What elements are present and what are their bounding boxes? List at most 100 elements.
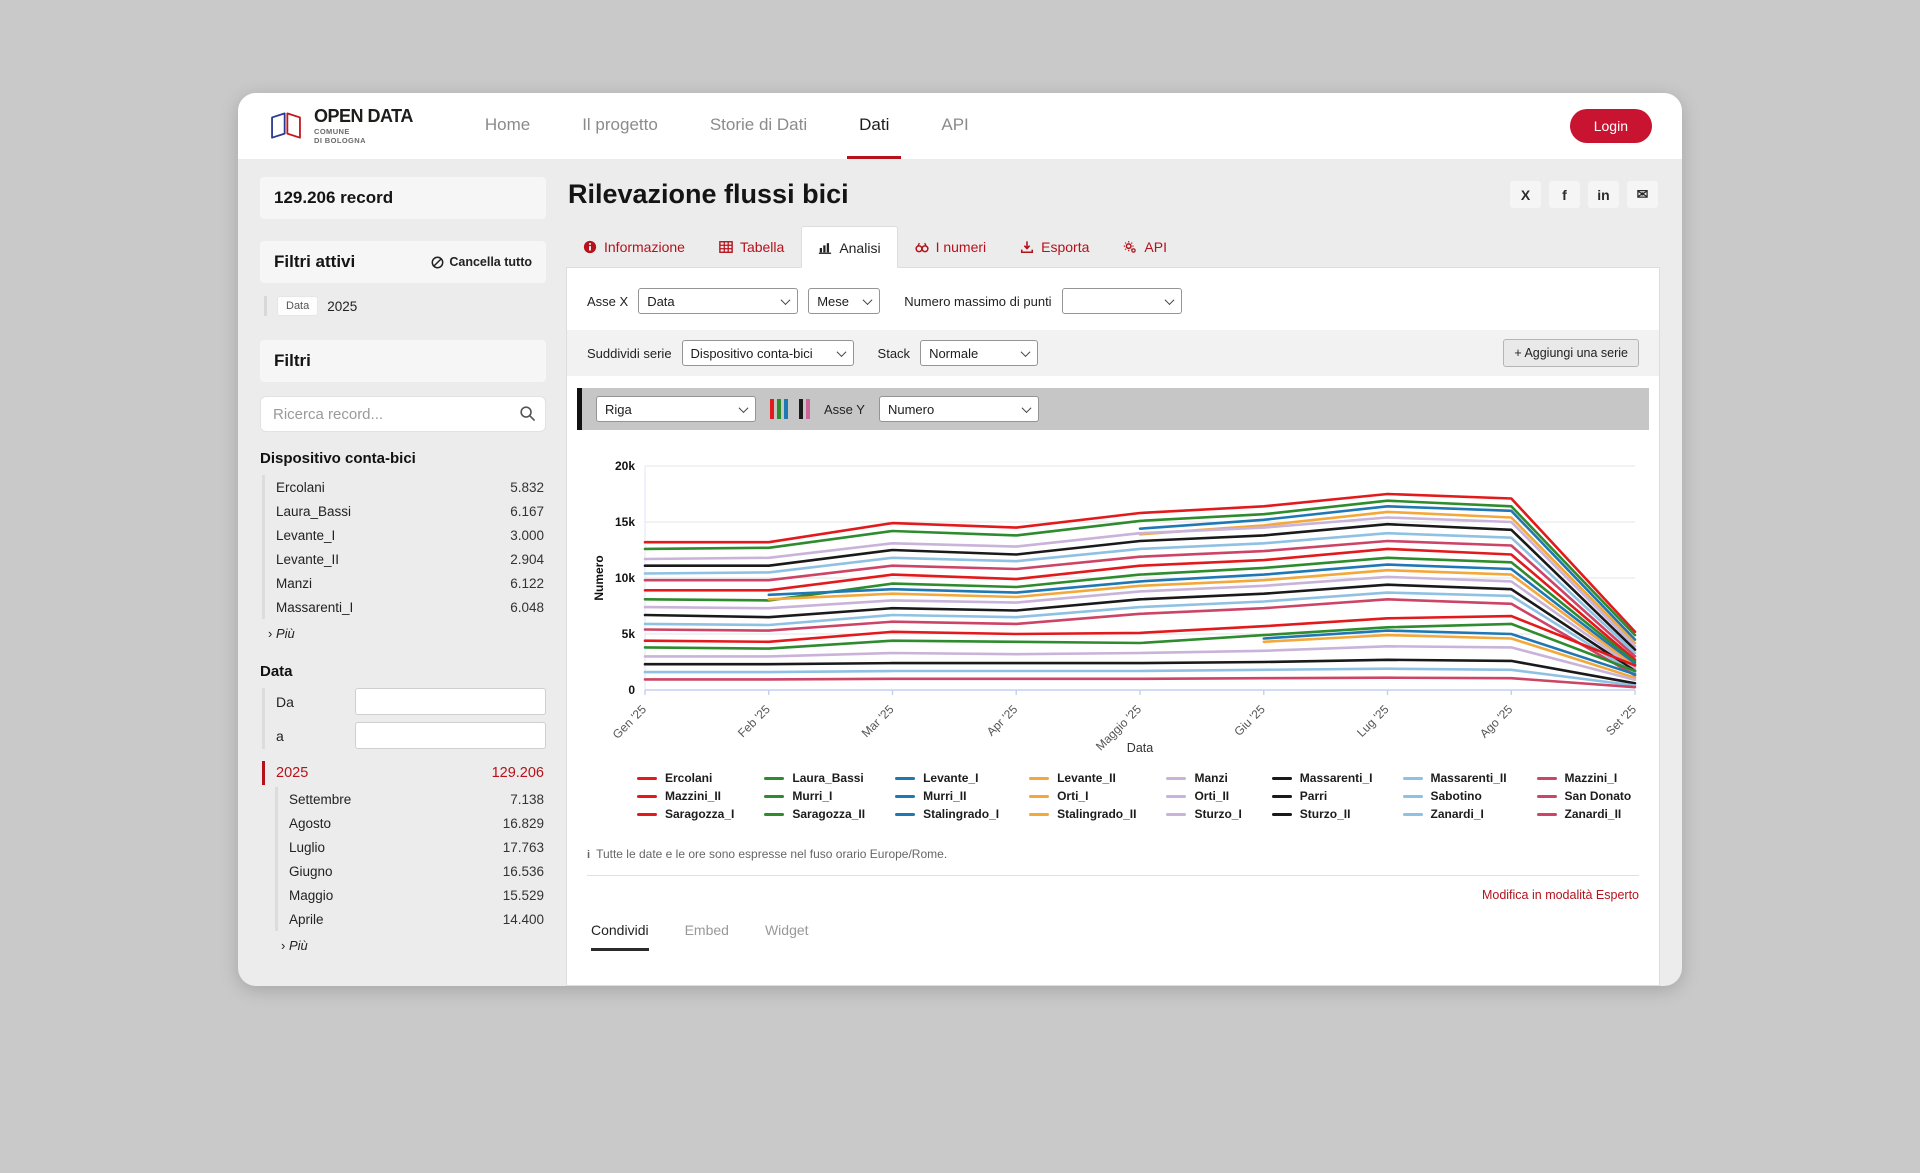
series-config-band: Riga Asse Y Numero: [577, 388, 1649, 430]
months-more-link[interactable]: › Più: [273, 935, 546, 963]
device-facet-row[interactable]: Laura_Bassi6.167: [265, 499, 546, 523]
month-facet-row[interactable]: Luglio 17.763: [278, 835, 546, 859]
facet-count: 5.832: [510, 480, 544, 495]
legend-color-dash: [1166, 777, 1186, 780]
tab-informazione[interactable]: Informazione: [566, 226, 702, 267]
site-logo[interactable]: OPEN DATA COMUNE DI BOLOGNA: [268, 107, 413, 145]
month-facet-row[interactable]: Settembre7.138: [278, 787, 546, 811]
legend-label: Zanardi_II: [1565, 807, 1622, 821]
legend-label: Zanardi_I: [1431, 807, 1484, 821]
split-series-select[interactable]: Dispositivo conta-bici: [682, 340, 854, 366]
tab-esporta[interactable]: Esporta: [1003, 226, 1106, 267]
table-icon: [719, 240, 733, 254]
max-points-label: Numero massimo di punti: [904, 294, 1051, 309]
legend-color-dash: [764, 795, 784, 798]
device-facet-title: Dispositivo conta-bici: [260, 450, 546, 467]
share-email-icon[interactable]: ✉: [1627, 181, 1658, 208]
legend-item: Orti_I: [1029, 789, 1136, 803]
legend-item: Sturzo_I: [1166, 807, 1241, 821]
device-facet-row[interactable]: Levante_II2.904: [265, 547, 546, 571]
legend-label: Massarenti_I: [1300, 771, 1373, 785]
clear-all-filters-button[interactable]: Cancella tutto: [431, 255, 532, 269]
search-input[interactable]: [260, 396, 546, 432]
facet-count: 16.829: [503, 816, 544, 831]
device-facet-row[interactable]: Massarenti_I6.048: [265, 595, 546, 619]
legend-item: Stalingrado_II: [1029, 807, 1136, 821]
facet-label: Luglio: [289, 840, 325, 855]
active-filters-header: Filtri attivi Cancella tutto: [260, 241, 546, 283]
tab-i-numeri[interactable]: I numeri: [898, 226, 1004, 267]
axis-x-select[interactable]: Data: [638, 288, 798, 314]
date-to-input[interactable]: [355, 722, 546, 749]
year-count: 129.206: [492, 765, 544, 781]
device-facet-row[interactable]: Manzi6.122: [265, 571, 546, 595]
chevron-down-icon: [1164, 295, 1174, 305]
share-linkedin-icon[interactable]: in: [1588, 181, 1619, 208]
month-facet-row[interactable]: Aprile14.400: [278, 907, 546, 931]
device-facet-row[interactable]: Levante_I3.000: [265, 523, 546, 547]
legend-color-dash: [764, 777, 784, 780]
chevron-down-icon: [781, 295, 791, 305]
filter-field-tag: Data: [277, 296, 318, 316]
filters-sidebar: 129.206 record Filtri attivi Cancella tu…: [260, 177, 546, 986]
svg-text:Data: Data: [1127, 741, 1153, 755]
legend-item: Massarenti_I: [1272, 771, 1373, 785]
share-x-icon[interactable]: X: [1510, 181, 1541, 208]
nav-item-storie-di-dati[interactable]: Storie di Dati: [684, 93, 833, 159]
share-facebook-icon[interactable]: f: [1549, 181, 1580, 208]
chevron-down-icon: [1021, 347, 1031, 357]
chart-type-select[interactable]: Riga: [596, 396, 756, 422]
legend-color-dash: [895, 795, 915, 798]
nav-item-api[interactable]: API: [915, 93, 994, 159]
login-button[interactable]: Login: [1570, 109, 1652, 143]
share-tab-condividi[interactable]: Condividi: [591, 922, 649, 951]
facet-label: Laura_Bassi: [276, 504, 351, 519]
facet-label: Manzi: [276, 576, 312, 591]
legend-item: Laura_Bassi: [764, 771, 865, 785]
device-facet-row[interactable]: Ercolani5.832: [265, 475, 546, 499]
color-palette-picker[interactable]: [770, 399, 810, 419]
svg-text:Lug '25: Lug '25: [1354, 702, 1392, 740]
facet-label: Massarenti_I: [276, 600, 353, 615]
clear-icon: [431, 256, 444, 269]
month-facet-row[interactable]: Giugno16.536: [278, 859, 546, 883]
tab-api[interactable]: API: [1106, 226, 1184, 267]
facet-count: 3.000: [510, 528, 544, 543]
record-count: 129.206 record: [274, 188, 393, 208]
share-tab-widget[interactable]: Widget: [765, 922, 809, 951]
date-from-input[interactable]: [355, 688, 546, 715]
granularity-select[interactable]: Mese: [808, 288, 880, 314]
axis-y-select[interactable]: Numero: [879, 396, 1039, 422]
binoculars-icon: [915, 240, 929, 254]
active-filter-chip[interactable]: Data 2025: [264, 296, 546, 316]
tab-analisi[interactable]: Analisi: [801, 226, 897, 268]
share-tab-embed[interactable]: Embed: [685, 922, 729, 951]
legend-label: San Donato: [1565, 789, 1632, 803]
legend-label: Stalingrado_II: [1057, 807, 1136, 821]
year-facet-row[interactable]: 2025 129.206: [262, 761, 546, 785]
nav-item-home[interactable]: Home: [459, 93, 556, 159]
chart-canvas: 05k10k15k20kGen '25Feb '25Mar '25Apr '25…: [587, 454, 1653, 762]
max-points-select[interactable]: [1062, 288, 1182, 314]
nav-item-dati[interactable]: Dati: [833, 93, 915, 159]
add-series-button[interactable]: + Aggiungi una serie: [1503, 339, 1639, 367]
stack-select[interactable]: Normale: [920, 340, 1038, 366]
expert-mode-link[interactable]: Modifica in modalità Esperto: [587, 888, 1639, 902]
tab-tabella[interactable]: Tabella: [702, 226, 801, 267]
legend-item: Stalingrado_I: [895, 807, 999, 821]
svg-text:Feb '25: Feb '25: [735, 702, 773, 740]
share-buttons: Xfin ✉: [1510, 181, 1658, 208]
nav-item-il-progetto[interactable]: Il progetto: [556, 93, 684, 159]
device-more-link[interactable]: › Più: [260, 623, 546, 651]
facet-count: 17.763: [503, 840, 544, 855]
legend-item: Saragozza_II: [764, 807, 865, 821]
month-facet-row[interactable]: Maggio15.529: [278, 883, 546, 907]
legend-item: Massarenti_II: [1403, 771, 1507, 785]
month-facet-row[interactable]: Agosto 16.829: [278, 811, 546, 835]
svg-text:5k: 5k: [622, 627, 636, 641]
legend-item: Zanardi_I: [1403, 807, 1507, 821]
facet-label: Agosto: [289, 816, 331, 831]
legend-label: Parri: [1300, 789, 1327, 803]
legend-item: Zanardi_II: [1537, 807, 1632, 821]
legend-label: Levante_I: [923, 771, 978, 785]
